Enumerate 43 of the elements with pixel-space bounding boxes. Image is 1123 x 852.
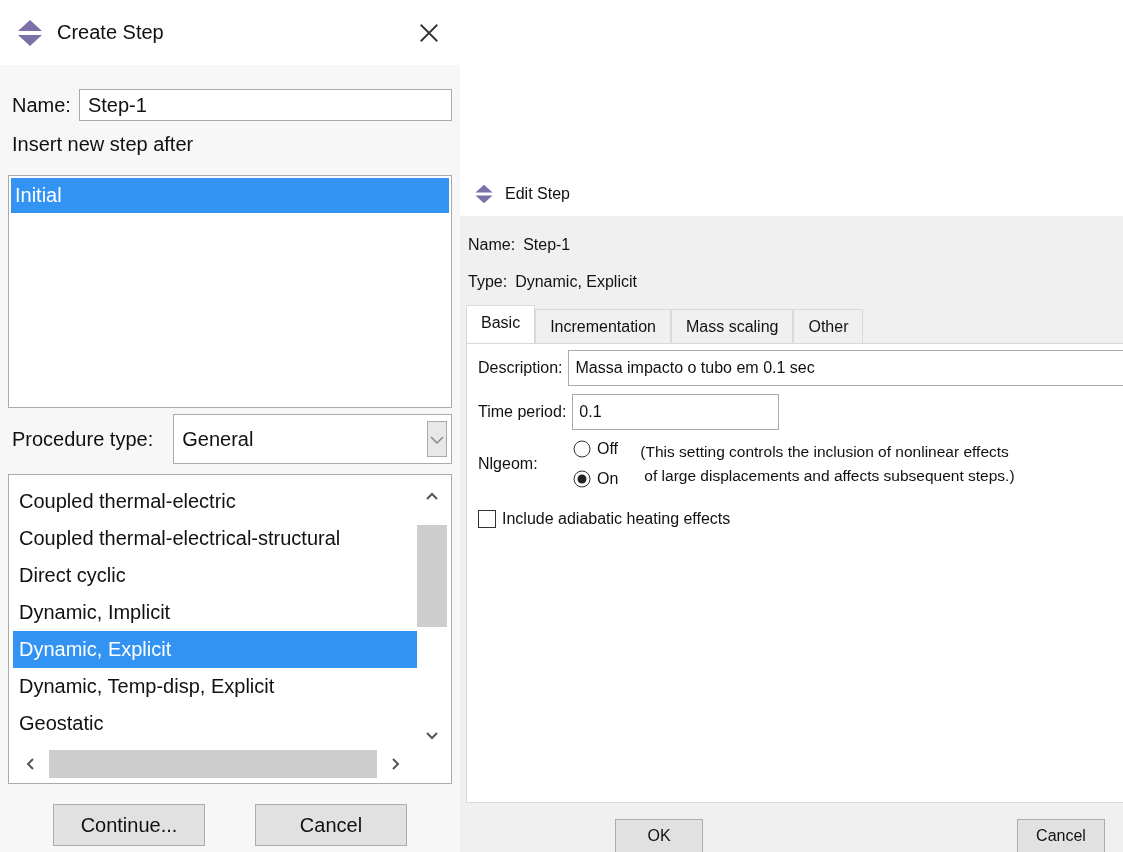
- procedure-dropdown[interactable]: General: [173, 414, 452, 464]
- field-label: Type:: [468, 272, 508, 291]
- tab[interactable]: Mass scaling: [670, 309, 794, 343]
- field-label: Nlgeom:: [478, 455, 539, 473]
- checkbox[interactable]: [478, 510, 496, 528]
- note-text: (This setting controls the inclusion of nonlinear effects: [640, 442, 1010, 462]
- tab[interactable]: Incrementation: [535, 309, 671, 343]
- field-value: Step-1: [523, 235, 571, 254]
- radio-option[interactable]: On: [573, 470, 619, 488]
- time-period-field[interactable]: 0.1: [572, 394, 780, 430]
- field-label: Description:: [478, 359, 563, 377]
- dialog-button[interactable]: Cancel: [255, 804, 407, 846]
- list-item[interactable]: Geostatic: [13, 705, 417, 742]
- tab[interactable]: Basic: [466, 305, 536, 343]
- dialog-title: Create Step: [57, 21, 165, 44]
- field-label: Name:: [12, 93, 71, 117]
- checkbox-option[interactable]: Include adiabatic heating effects: [478, 510, 731, 528]
- app-icon: [473, 184, 495, 204]
- dialog-title: Edit Step: [505, 185, 570, 203]
- caret-icon: [427, 421, 447, 457]
- radio-button[interactable]: [573, 470, 591, 488]
- dialog-button[interactable]: OK: [615, 819, 703, 852]
- section-label: Insert new step after: [11, 133, 195, 157]
- list-item[interactable]: Dynamic, Temp-disp, Explicit: [13, 668, 417, 705]
- list-item[interactable]: Coupled thermal-electric: [13, 483, 417, 520]
- radio-option[interactable]: Off: [573, 440, 619, 458]
- list-item[interactable]: Direct cyclic: [13, 557, 417, 594]
- scroll-thumb[interactable]: [49, 750, 377, 778]
- dialog-button[interactable]: Continue...: [53, 804, 205, 846]
- list-item[interactable]: Coupled thermal-electrical-structural: [13, 520, 417, 557]
- field-value: Dynamic, Explicit: [515, 272, 637, 291]
- field-label: Time period:: [478, 403, 567, 421]
- field-label: Name:: [468, 235, 516, 254]
- note-text: of large displacements and affects subsequent steps.): [643, 466, 1015, 486]
- description-field[interactable]: Massa impacto o tubo em 0.1 sec: [568, 350, 1123, 386]
- tab[interactable]: Other: [793, 309, 864, 343]
- dialog-button[interactable]: Cancel: [1017, 819, 1105, 852]
- close-icon[interactable]: [418, 21, 440, 44]
- radio-button[interactable]: [573, 440, 591, 458]
- list-item[interactable]: Dynamic, Implicit: [13, 594, 417, 631]
- name-field[interactable]: Step-1: [78, 89, 452, 121]
- scroll-thumb[interactable]: [417, 525, 447, 627]
- field-label: Procedure type:: [12, 427, 154, 451]
